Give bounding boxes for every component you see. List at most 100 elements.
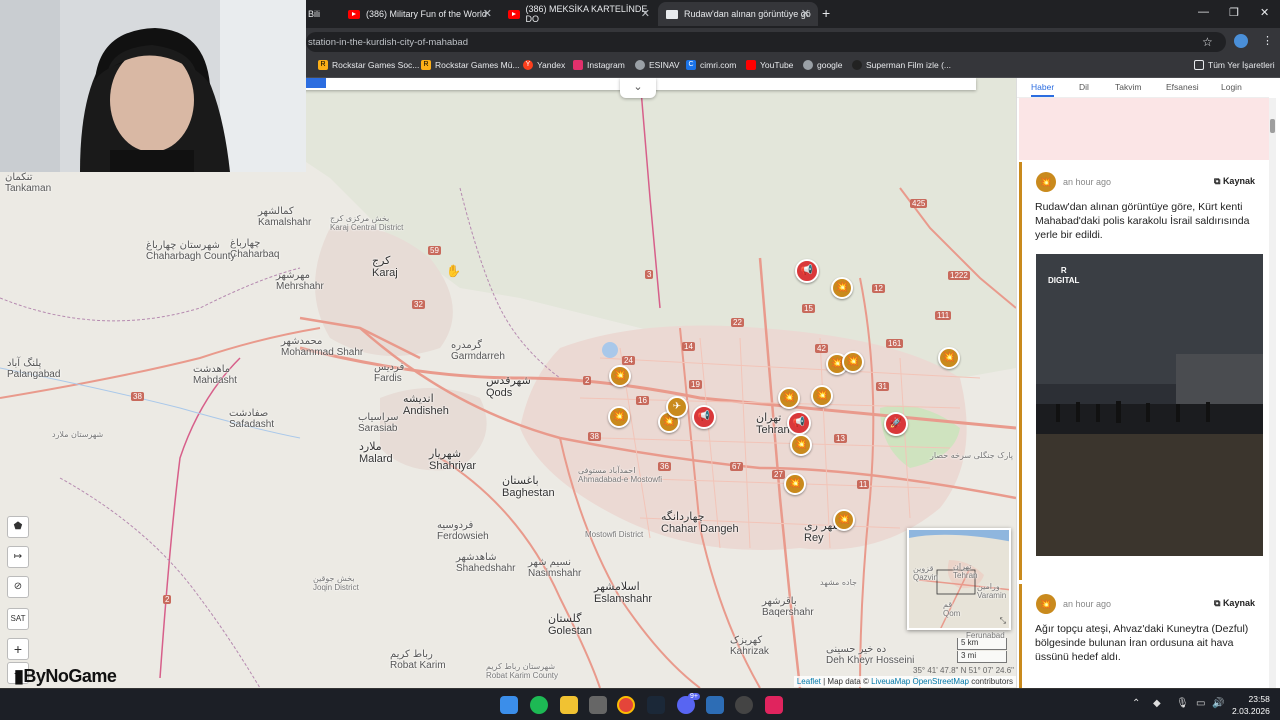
- spotify-icon[interactable]: [530, 696, 548, 714]
- label-fa: فردیس: [374, 362, 405, 373]
- store-icon[interactable]: [589, 696, 607, 714]
- bookmark-yandex[interactable]: Y Yandex: [523, 60, 565, 70]
- nav-login[interactable]: Login: [1221, 82, 1242, 92]
- map-label-safadasht: صفادشت Safadasht: [229, 408, 274, 430]
- plane-marker[interactable]: ✈: [666, 396, 688, 418]
- source-link[interactable]: ⧉ Kaynak: [1214, 176, 1255, 187]
- explosion-marker[interactable]: 💥: [609, 365, 631, 387]
- megaphone-marker[interactable]: 📢: [795, 259, 819, 283]
- obs-icon[interactable]: [735, 696, 753, 714]
- bookmark-rockstar-social[interactable]: R Rockstar Games Soc...: [318, 60, 419, 70]
- close-tab-icon[interactable]: ✕: [641, 7, 650, 20]
- minimap-toggle-icon[interactable]: ⤡: [1000, 616, 1006, 626]
- liveuamap-link[interactable]: LiveuaMap: [871, 677, 910, 686]
- tab-bili[interactable]: Bili: [300, 2, 340, 26]
- feed-scrollbar[interactable]: [1269, 98, 1276, 688]
- map-label-joqin: بخش جوقین Joqin District: [313, 574, 359, 592]
- bookmark-google[interactable]: google: [803, 60, 843, 70]
- app-icon[interactable]: [765, 696, 783, 714]
- steam-tray-icon[interactable]: ◆: [1153, 698, 1161, 709]
- satellite-toggle[interactable]: SAT: [7, 608, 29, 630]
- explosion-marker[interactable]: 💥: [833, 509, 855, 531]
- news-card[interactable]: 💥 an hour ago ⧉ Kaynak Rudaw'dan alınan …: [1019, 162, 1269, 580]
- taskbar-clock[interactable]: 23:58 2.03.2026: [1232, 693, 1270, 717]
- map-label-qods: شهرقدس Qods: [486, 374, 531, 399]
- close-window-icon[interactable]: ✕: [1260, 6, 1269, 19]
- bookmark-star-icon[interactable]: ☆: [1202, 35, 1213, 49]
- draw-polygon-icon[interactable]: ⬟: [7, 516, 29, 538]
- road-number-label: 11: [857, 480, 870, 489]
- profile-avatar-icon[interactable]: [1234, 34, 1248, 48]
- file-explorer-icon[interactable]: [560, 696, 578, 714]
- chrome-icon[interactable]: [617, 696, 635, 714]
- label-fa: صفادشت: [229, 408, 269, 419]
- nav-takvim[interactable]: Takvim: [1115, 82, 1141, 92]
- minimize-icon[interactable]: —: [1198, 6, 1209, 18]
- all-bookmarks[interactable]: Tüm Yer İşaretleri: [1194, 60, 1275, 70]
- nav-efsanesi[interactable]: Efsanesi: [1166, 82, 1199, 92]
- discord-badge: 9+: [688, 693, 700, 700]
- road-number-label: 13: [834, 434, 847, 443]
- explosion-marker[interactable]: 💥: [842, 351, 864, 373]
- bookmark-cimri[interactable]: Ccimri.com: [686, 60, 736, 70]
- bookmark-instagram[interactable]: Instagram: [573, 60, 625, 70]
- label-fa: نسیم شهر: [528, 557, 572, 568]
- start-icon[interactable]: [500, 696, 518, 714]
- restore-icon[interactable]: ❐: [1229, 6, 1239, 19]
- menu-icon[interactable]: ⋮: [1262, 34, 1273, 47]
- feed-scrollbar-thumb[interactable]: [1270, 119, 1275, 133]
- post-photo[interactable]: R DIGITAL: [1036, 254, 1263, 556]
- label-en: Qom: [943, 609, 961, 618]
- logo-badge: DIGITAL: [1048, 276, 1080, 285]
- label-fa: ماهدشت: [193, 364, 231, 375]
- label-fa: شهریار: [429, 447, 462, 460]
- explosion-marker[interactable]: 💥: [784, 473, 806, 495]
- volume-icon[interactable]: 🔊: [1212, 698, 1224, 709]
- bookmark-rockstar-music[interactable]: R Rockstar Games Mü...: [421, 60, 520, 70]
- address-bar[interactable]: station-in-the-kurdish-city-of-mahabad: [306, 32, 1226, 52]
- close-tab-icon[interactable]: ✕: [801, 7, 810, 20]
- source-link[interactable]: ⧉ Kaynak: [1214, 598, 1255, 609]
- tab-military-fun[interactable]: (386) Military Fun of the World ✕: [340, 2, 500, 26]
- display-icon[interactable]: ▭: [1196, 698, 1205, 709]
- tab-meksika[interactable]: (386) MEKSİKA KARTELİNDE DO ✕: [500, 2, 658, 26]
- measure-icon[interactable]: ↦: [7, 546, 29, 568]
- collapse-button[interactable]: ⌄: [620, 78, 656, 98]
- explosion-marker[interactable]: 💥: [938, 347, 960, 369]
- youtube-icon: [508, 9, 520, 19]
- megaphone-marker[interactable]: 📢: [692, 405, 716, 429]
- nav-dil[interactable]: Dil: [1079, 82, 1089, 92]
- label-fa: شهرستان رباط کریم: [486, 662, 556, 671]
- news-card[interactable]: 💥 an hour ago ⧉ Kaynak Ağır topçu ateşi,…: [1019, 584, 1269, 688]
- zoom-in-button[interactable]: +: [7, 638, 29, 660]
- steam-icon[interactable]: [647, 696, 665, 714]
- bookmark-superman[interactable]: Superman Film izle (...: [852, 60, 951, 70]
- tray-chevron-icon[interactable]: ⌃: [1132, 698, 1140, 709]
- osm-link[interactable]: OpenStreetMap: [912, 677, 968, 686]
- road-number-label: 31: [876, 382, 889, 391]
- bookmark-youtube[interactable]: YouTube: [746, 60, 793, 70]
- hide-icon[interactable]: ⊘: [7, 576, 29, 598]
- label-en: Robat Karim County: [486, 671, 559, 680]
- leaflet-link[interactable]: Leaflet: [797, 677, 821, 686]
- close-tab-icon[interactable]: ✕: [483, 7, 492, 20]
- explosion-marker[interactable]: 💥: [608, 406, 630, 428]
- megaphone-marker[interactable]: 📢: [787, 411, 811, 435]
- map-label-malard: ملارد Malard: [359, 440, 393, 465]
- bookmark-esinav[interactable]: ESINAV: [635, 60, 680, 70]
- globe-icon: [803, 60, 813, 70]
- tab-rudaw[interactable]: Rudaw'dan alınan görüntüye gö ✕: [658, 2, 818, 26]
- new-tab-button[interactable]: +: [822, 5, 830, 21]
- mic-icon[interactable]: 🎙: [1176, 698, 1189, 709]
- explosion-marker[interactable]: 💥: [790, 434, 812, 456]
- bookmark-label: Rockstar Games Soc...: [332, 60, 420, 70]
- explosion-marker[interactable]: 💥: [831, 277, 853, 299]
- nav-haber[interactable]: Haber: [1031, 82, 1055, 97]
- explosion-marker[interactable]: 💥: [811, 385, 833, 407]
- network-app-icon[interactable]: [706, 696, 724, 714]
- minimap[interactable]: قزوین Qazvin تهران Tehran ورامین Varamin قم…: [907, 528, 1011, 630]
- explosion-marker[interactable]: 💥: [778, 387, 800, 409]
- missile-marker[interactable]: 🚀: [884, 412, 908, 436]
- panel-tab[interactable]: [306, 78, 326, 88]
- label-en: Garmdarreh: [451, 351, 505, 362]
